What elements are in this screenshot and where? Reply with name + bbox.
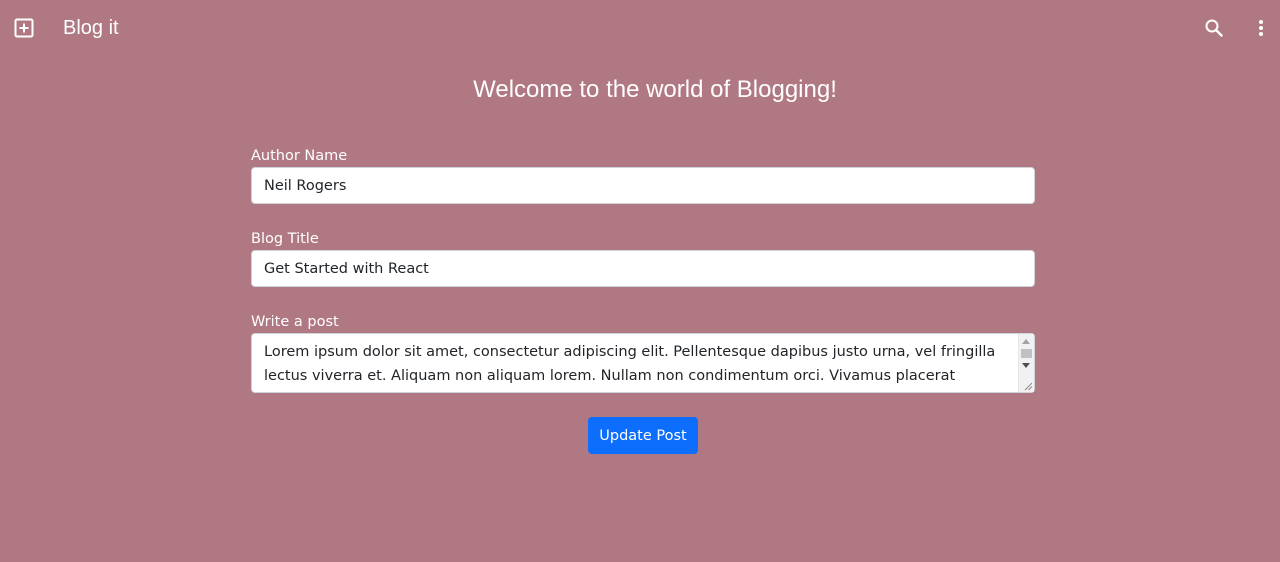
search-icon[interactable] <box>1198 12 1230 44</box>
app-bar: Blog it <box>0 0 1280 56</box>
write-post-label: Write a post <box>251 314 339 330</box>
scrollbar-thumb[interactable] <box>1021 349 1032 358</box>
scroll-down-arrow-icon[interactable] <box>1022 363 1030 368</box>
blog-title-input[interactable] <box>251 250 1035 287</box>
add-box-icon[interactable] <box>8 12 40 44</box>
post-textarea-wrapper: Lorem ipsum dolor sit amet, consectetur … <box>251 333 1035 393</box>
update-post-button[interactable]: Update Post <box>588 417 698 454</box>
app-title: Blog it <box>63 17 119 39</box>
page-heading: Welcome to the world of Blogging! <box>473 76 837 103</box>
title-field-group: Blog Title <box>251 229 1035 287</box>
blog-title-label: Blog Title <box>251 231 319 247</box>
resize-handle-icon[interactable] <box>1023 381 1033 391</box>
author-field-group: Author Name <box>251 146 1035 204</box>
more-vert-icon[interactable] <box>1245 12 1277 44</box>
scroll-up-arrow-icon[interactable] <box>1022 339 1030 344</box>
post-field-group: Write a post Lorem ipsum dolor sit amet,… <box>251 312 1035 393</box>
author-name-label: Author Name <box>251 148 348 164</box>
author-name-input[interactable] <box>251 167 1035 204</box>
post-textarea[interactable]: Lorem ipsum dolor sit amet, consectetur … <box>251 333 1035 393</box>
